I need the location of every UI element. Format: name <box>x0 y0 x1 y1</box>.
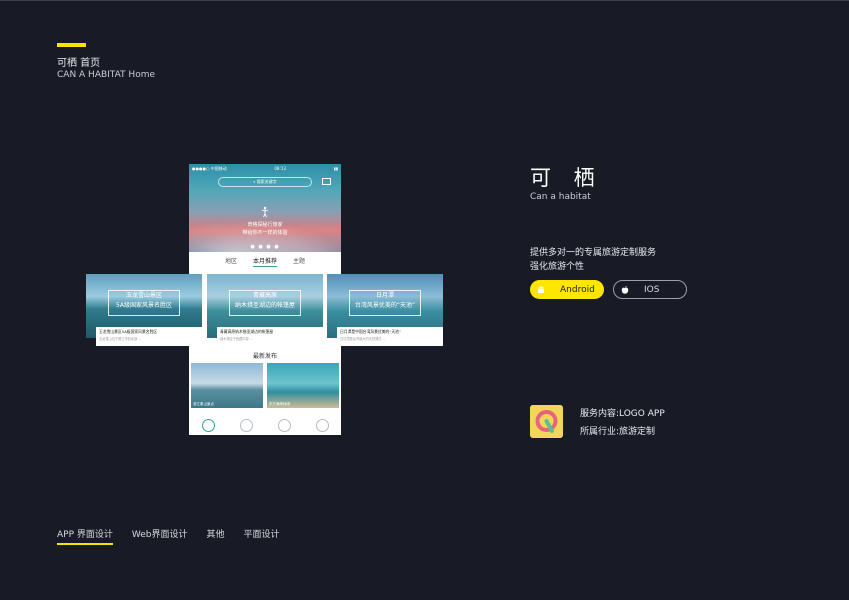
card-caption-2: 青藏高原纳木措圣湖边的帐篷屋 纳木措位于西藏中部 ... <box>217 327 323 346</box>
android-icon <box>538 285 544 293</box>
card-line1: 玉龙雪山景区 <box>125 292 162 299</box>
nav-app-design[interactable]: APP 界面设计 <box>57 527 113 545</box>
ios-button[interactable]: IOS <box>613 280 687 299</box>
industry-info: 所属行业:旅游定制 <box>580 427 656 437</box>
top-divider <box>0 0 849 1</box>
phone-bottom-nav <box>189 415 341 435</box>
message-icon[interactable] <box>277 418 291 432</box>
home-icon[interactable] <box>201 418 215 432</box>
android-label: Android <box>560 284 595 295</box>
card-line1: 青藏高原 <box>252 292 277 299</box>
nav-web-design[interactable]: Web界面设计 <box>132 527 188 545</box>
tab-monthly[interactable]: 本月推荐 <box>252 256 277 267</box>
caption-title: 青藏高原纳木措圣湖边的帐篷屋 <box>220 329 274 334</box>
hero-line2: 带给你不一样的体验 <box>242 230 288 236</box>
latest-title: 最新发布 <box>252 353 277 360</box>
caption-title: 日月潭是中国台湾风景优美的“天池” <box>340 329 401 334</box>
battery-icon: ▮▮ <box>333 166 338 171</box>
caption-desc: 日月潭是台湾最大的天然湖泊 ... <box>340 337 386 341</box>
caption-desc: 纳木措位于西藏中部 ... <box>220 337 253 341</box>
caption-title: 玉龙雪山景区5A级国家风景名胜区 <box>99 329 158 334</box>
hero-text: 奇格探秘行旅家 带给你不一样的体验 <box>189 221 341 237</box>
card-line2: 台湾风景优美的“天池” <box>354 302 416 309</box>
thumb-caption: 东方海岸休闲 <box>269 402 290 406</box>
description-line1: 提供多对一的专属旅游定制服务 <box>530 248 657 258</box>
nav-other[interactable]: 其他 <box>207 527 225 545</box>
card-label-box: 日月潭 台湾风景优美的“天池” <box>349 290 421 316</box>
app-logo <box>530 405 563 438</box>
service-info: 服务内容:LOGO APP <box>580 409 665 419</box>
brand-name-en: Can a habitat <box>530 192 591 202</box>
latest-thumb-2[interactable]: 东方海岸休闲 <box>267 363 339 408</box>
tab-region[interactable]: 地区 <box>225 256 237 267</box>
person-figure-icon <box>261 206 269 218</box>
card-label-box: 玉龙雪山景区 5A级国家风景名胜区 <box>108 290 180 316</box>
card-line2: 5A级国家风景名胜区 <box>116 302 172 309</box>
card-label-box: 青藏高原 纳木措圣湖边的帐篷屋 <box>229 290 301 316</box>
ios-label: IOS <box>644 284 660 295</box>
tab-theme[interactable]: 主题 <box>293 256 305 267</box>
nav-graphic-design[interactable]: 平面设计 <box>244 527 280 545</box>
search-icon: ⌕ <box>253 179 256 184</box>
phone-tabs: 地区 本月推荐 主题 <box>189 256 341 267</box>
apple-icon <box>621 285 629 294</box>
status-time: 08:13 <box>274 166 286 171</box>
hero-line1: 奇格探秘行旅家 <box>247 222 283 228</box>
brand-name: 可 栖 <box>530 166 603 190</box>
card-line2: 纳木措圣湖边的帐篷屋 <box>234 302 295 309</box>
card-caption-3: 日月潭是中国台湾风景优美的“天池” 日月潭是台湾最大的天然湖泊 ... <box>337 327 443 346</box>
hero-banner[interactable]: ●●●●○ 中国移动 08:13 ▮▮ ⌕ 搜索关键字 奇格探秘行旅家 带给你不… <box>189 164 341 252</box>
search-placeholder: 搜索关键字 <box>256 179 277 184</box>
caption-desc: 玉龙雪山位于丽江市西北部 ... <box>99 337 142 341</box>
message-box-icon[interactable] <box>322 178 331 185</box>
thumb-caption: 浙江象山景点 <box>193 402 214 406</box>
card-line1: 日月潭 <box>375 292 394 299</box>
carrier-text: ●●●●○ 中国移动 <box>192 166 227 171</box>
search-input[interactable]: ⌕ 搜索关键字 <box>218 177 312 187</box>
page-title: 可栖 首页 <box>57 58 101 69</box>
user-icon[interactable] <box>315 418 329 432</box>
page-subtitle: CAN A HABITAT Home <box>57 70 155 80</box>
latest-thumb-1[interactable]: 浙江象山景点 <box>191 363 263 408</box>
category-nav: APP 界面设计 Web界面设计 其他 平面设计 <box>57 527 280 545</box>
accent-bar <box>57 43 86 47</box>
carousel-dots[interactable]: ● ● ● ● <box>189 244 341 250</box>
description-line2: 强化旅游个性 <box>530 262 585 272</box>
status-bar: ●●●●○ 中国移动 08:13 ▮▮ <box>192 166 338 172</box>
compass-icon[interactable] <box>239 418 253 432</box>
card-caption-1: 玉龙雪山景区5A级国家风景名胜区 玉龙雪山位于丽江市西北部 ... <box>96 327 202 346</box>
android-button[interactable]: Android <box>530 280 604 299</box>
